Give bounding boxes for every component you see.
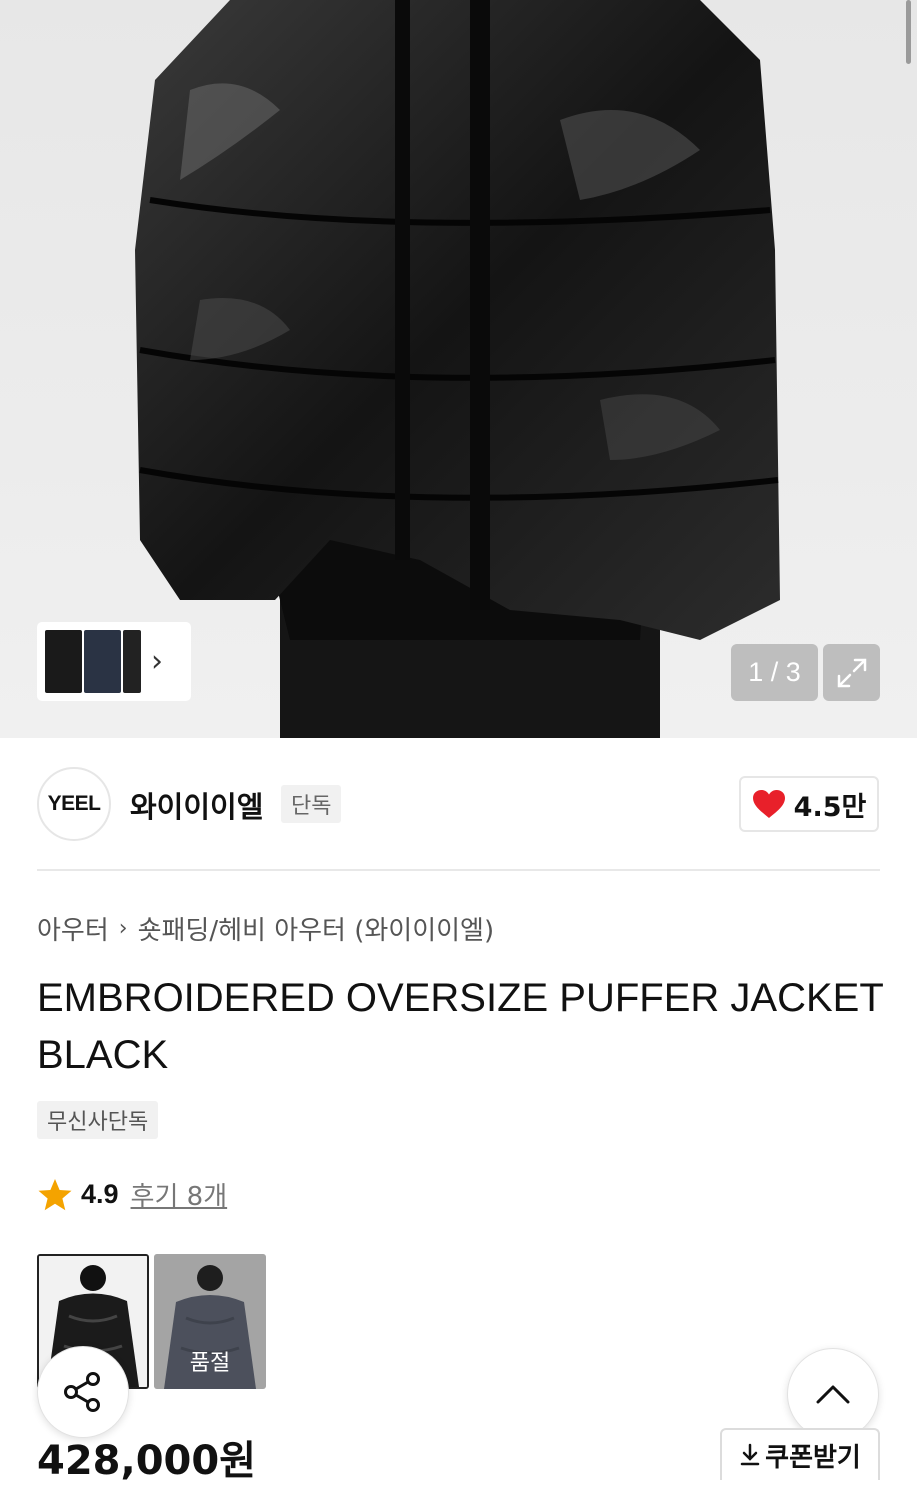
product-title: EMBROIDERED OVERSIZE PUFFER JACKET BLACK <box>37 976 884 1077</box>
brand-logo[interactable]: YEEL <box>37 767 111 841</box>
coupon-label: 쿠폰받기 <box>765 1442 861 1473</box>
product-image-gallery[interactable]: › 1 / 3 <box>0 0 917 738</box>
gallery-thumbnail[interactable] <box>123 630 141 693</box>
gallery-thumbnail[interactable] <box>84 630 121 693</box>
download-icon <box>740 1443 760 1466</box>
share-button[interactable] <box>37 1346 129 1438</box>
scroll-to-top-button[interactable] <box>787 1348 879 1440</box>
rating-score: 4.9 <box>81 1179 119 1209</box>
color-option-grey[interactable]: 품절 <box>154 1254 266 1389</box>
brand-name[interactable]: 와이이이엘 <box>130 784 263 826</box>
gallery-thumbnail[interactable] <box>45 630 82 693</box>
coupon-button[interactable]: 쿠폰받기 <box>720 1428 880 1480</box>
reviews-link[interactable]: 후기 8개 <box>131 1176 228 1213</box>
star-icon <box>38 1178 72 1210</box>
chevron-up-icon <box>816 1385 850 1404</box>
rating-summary: 4.9 후기 8개 <box>37 1176 227 1213</box>
exclusive-tag: 무신사단독 <box>37 1101 159 1139</box>
breadcrumb-category[interactable]: 아우터 <box>37 910 109 947</box>
chevron-right-icon[interactable]: › <box>151 646 163 677</box>
like-button[interactable]: 4.5만 <box>739 776 879 832</box>
image-counter: 1 / 3 <box>731 644 818 701</box>
heart-icon <box>752 790 785 818</box>
scroll-indicator[interactable] <box>906 0 911 64</box>
expand-button[interactable] <box>823 644 880 701</box>
like-count: 4.5만 <box>793 791 867 823</box>
gallery-thumbnail-strip[interactable]: › <box>37 622 191 701</box>
exclusive-badge: 단독 <box>281 785 342 823</box>
divider <box>37 869 880 871</box>
expand-icon <box>837 658 866 687</box>
price: 428,000원 <box>37 1438 256 1484</box>
breadcrumb-subcategory[interactable]: 숏패딩/헤비 아우터 (와이이이엘) <box>138 910 495 947</box>
sold-out-label: 품절 <box>154 1254 266 1389</box>
breadcrumb: 아우터 › 숏패딩/헤비 아우터 (와이이이엘) <box>37 910 494 947</box>
chevron-right-icon: › <box>118 916 128 941</box>
share-icon <box>64 1372 100 1412</box>
